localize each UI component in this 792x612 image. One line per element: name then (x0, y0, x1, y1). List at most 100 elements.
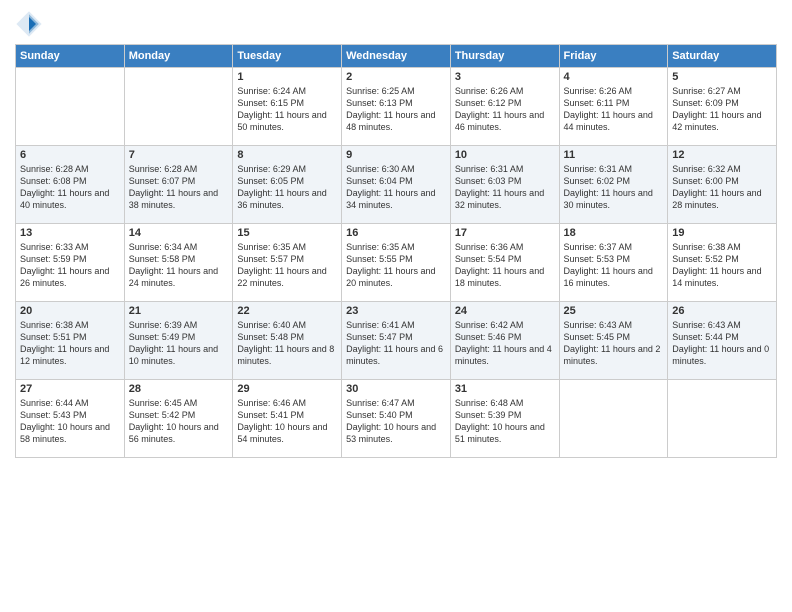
calendar-cell: 8Sunrise: 6:29 AM Sunset: 6:05 PM Daylig… (233, 146, 342, 224)
day-number: 17 (455, 227, 555, 239)
cell-content: Sunrise: 6:46 AM Sunset: 5:41 PM Dayligh… (237, 397, 337, 446)
header (15, 10, 777, 38)
logo-icon (15, 10, 43, 38)
cell-content: Sunrise: 6:48 AM Sunset: 5:39 PM Dayligh… (455, 397, 555, 446)
day-number: 4 (564, 71, 664, 83)
day-header-friday: Friday (559, 45, 668, 68)
cell-content: Sunrise: 6:26 AM Sunset: 6:11 PM Dayligh… (564, 85, 664, 134)
day-number: 31 (455, 383, 555, 395)
calendar-cell: 26Sunrise: 6:43 AM Sunset: 5:44 PM Dayli… (668, 302, 777, 380)
logo (15, 10, 47, 38)
week-row-4: 27 Sunrise: 6:44 AM Sunset: 5:43 PM Dayli… (16, 380, 777, 458)
week-row-0: 1Sunrise: 6:24 AM Sunset: 6:15 PM Daylig… (16, 68, 777, 146)
day-number: 14 (129, 227, 229, 239)
cell-content: Sunrise: 6:38 AM Sunset: 5:52 PM Dayligh… (672, 241, 772, 290)
calendar-cell (16, 68, 125, 146)
calendar-cell: 20 Sunrise: 6:38 AM Sunset: 5:51 PM Dayli… (16, 302, 125, 380)
calendar-cell: 11 Sunrise: 6:31 AM Sunset: 6:02 PM Dayli… (559, 146, 668, 224)
day-number: 19 (672, 227, 772, 239)
calendar-cell: 1Sunrise: 6:24 AM Sunset: 6:15 PM Daylig… (233, 68, 342, 146)
cell-content: Sunrise: 6:30 AM Sunset: 6:04 PM Dayligh… (346, 163, 446, 212)
calendar-cell: 30Sunrise: 6:47 AM Sunset: 5:40 PM Dayli… (342, 380, 451, 458)
calendar-table: SundayMondayTuesdayWednesdayThursdayFrid… (15, 44, 777, 458)
cell-content: Sunrise: 6:42 AM Sunset: 5:46 PM Dayligh… (455, 319, 555, 368)
calendar-cell: 18 Sunrise: 6:37 AM Sunset: 5:53 PM Dayli… (559, 224, 668, 302)
calendar-cell: 2 Sunrise: 6:25 AM Sunset: 6:13 PM Daylig… (342, 68, 451, 146)
cell-content: Sunrise: 6:32 AM Sunset: 6:00 PM Dayligh… (672, 163, 772, 212)
day-number: 6 (20, 149, 120, 161)
calendar-cell: 14 Sunrise: 6:34 AM Sunset: 5:58 PM Dayli… (124, 224, 233, 302)
calendar-cell: 22 Sunrise: 6:40 AM Sunset: 5:48 PM Dayli… (233, 302, 342, 380)
cell-content: Sunrise: 6:34 AM Sunset: 5:58 PM Dayligh… (129, 241, 229, 290)
calendar-cell: 10 Sunrise: 6:31 AM Sunset: 6:03 PM Dayli… (450, 146, 559, 224)
cell-content: Sunrise: 6:40 AM Sunset: 5:48 PM Dayligh… (237, 319, 337, 368)
cell-content: Sunrise: 6:25 AM Sunset: 6:13 PM Dayligh… (346, 85, 446, 134)
calendar-cell (559, 380, 668, 458)
day-number: 3 (455, 71, 555, 83)
day-number: 22 (237, 305, 337, 317)
day-header-saturday: Saturday (668, 45, 777, 68)
day-number: 2 (346, 71, 446, 83)
day-number: 27 (20, 383, 120, 395)
day-number: 30 (346, 383, 446, 395)
calendar-cell (668, 380, 777, 458)
day-number: 9 (346, 149, 446, 161)
cell-content: Sunrise: 6:44 AM Sunset: 5:43 PM Dayligh… (20, 397, 120, 446)
day-number: 12 (672, 149, 772, 161)
cell-content: Sunrise: 6:43 AM Sunset: 5:45 PM Dayligh… (564, 319, 664, 368)
cell-content: Sunrise: 6:31 AM Sunset: 6:02 PM Dayligh… (564, 163, 664, 212)
cell-content: Sunrise: 6:35 AM Sunset: 5:57 PM Dayligh… (237, 241, 337, 290)
day-number: 8 (237, 149, 337, 161)
day-number: 1 (237, 71, 337, 83)
cell-content: Sunrise: 6:31 AM Sunset: 6:03 PM Dayligh… (455, 163, 555, 212)
cell-content: Sunrise: 6:38 AM Sunset: 5:51 PM Dayligh… (20, 319, 120, 368)
calendar-cell: 7Sunrise: 6:28 AM Sunset: 6:07 PM Daylig… (124, 146, 233, 224)
header-row: SundayMondayTuesdayWednesdayThursdayFrid… (16, 45, 777, 68)
calendar-cell: 13Sunrise: 6:33 AM Sunset: 5:59 PM Dayli… (16, 224, 125, 302)
calendar-cell: 25 Sunrise: 6:43 AM Sunset: 5:45 PM Dayli… (559, 302, 668, 380)
calendar-cell: 23 Sunrise: 6:41 AM Sunset: 5:47 PM Dayli… (342, 302, 451, 380)
calendar-cell: 31 Sunrise: 6:48 AM Sunset: 5:39 PM Dayli… (450, 380, 559, 458)
day-number: 25 (564, 305, 664, 317)
cell-content: Sunrise: 6:27 AM Sunset: 6:09 PM Dayligh… (672, 85, 772, 134)
cell-content: Sunrise: 6:41 AM Sunset: 5:47 PM Dayligh… (346, 319, 446, 368)
day-header-thursday: Thursday (450, 45, 559, 68)
day-number: 18 (564, 227, 664, 239)
day-header-sunday: Sunday (16, 45, 125, 68)
calendar-cell: 19 Sunrise: 6:38 AM Sunset: 5:52 PM Dayli… (668, 224, 777, 302)
calendar-cell: 15 Sunrise: 6:35 AM Sunset: 5:57 PM Dayli… (233, 224, 342, 302)
day-number: 24 (455, 305, 555, 317)
cell-content: Sunrise: 6:26 AM Sunset: 6:12 PM Dayligh… (455, 85, 555, 134)
cell-content: Sunrise: 6:35 AM Sunset: 5:55 PM Dayligh… (346, 241, 446, 290)
calendar-cell: 24 Sunrise: 6:42 AM Sunset: 5:46 PM Dayli… (450, 302, 559, 380)
calendar-cell: 3 Sunrise: 6:26 AM Sunset: 6:12 PM Daylig… (450, 68, 559, 146)
day-number: 16 (346, 227, 446, 239)
cell-content: Sunrise: 6:37 AM Sunset: 5:53 PM Dayligh… (564, 241, 664, 290)
week-row-2: 13Sunrise: 6:33 AM Sunset: 5:59 PM Dayli… (16, 224, 777, 302)
day-header-wednesday: Wednesday (342, 45, 451, 68)
day-number: 15 (237, 227, 337, 239)
day-number: 21 (129, 305, 229, 317)
cell-content: Sunrise: 6:28 AM Sunset: 6:08 PM Dayligh… (20, 163, 120, 212)
calendar-cell: 16 Sunrise: 6:35 AM Sunset: 5:55 PM Dayli… (342, 224, 451, 302)
week-row-3: 20 Sunrise: 6:38 AM Sunset: 5:51 PM Dayli… (16, 302, 777, 380)
calendar-cell: 4 Sunrise: 6:26 AM Sunset: 6:11 PM Daylig… (559, 68, 668, 146)
cell-content: Sunrise: 6:45 AM Sunset: 5:42 PM Dayligh… (129, 397, 229, 446)
calendar-cell (124, 68, 233, 146)
day-number: 23 (346, 305, 446, 317)
calendar-cell: 27 Sunrise: 6:44 AM Sunset: 5:43 PM Dayli… (16, 380, 125, 458)
day-number: 13 (20, 227, 120, 239)
week-row-1: 6 Sunrise: 6:28 AM Sunset: 6:08 PM Daylig… (16, 146, 777, 224)
day-header-monday: Monday (124, 45, 233, 68)
day-number: 26 (672, 305, 772, 317)
cell-content: Sunrise: 6:39 AM Sunset: 5:49 PM Dayligh… (129, 319, 229, 368)
day-number: 11 (564, 149, 664, 161)
day-number: 20 (20, 305, 120, 317)
calendar-cell: 9 Sunrise: 6:30 AM Sunset: 6:04 PM Daylig… (342, 146, 451, 224)
calendar-cell: 12 Sunrise: 6:32 AM Sunset: 6:00 PM Dayli… (668, 146, 777, 224)
calendar-cell: 17 Sunrise: 6:36 AM Sunset: 5:54 PM Dayli… (450, 224, 559, 302)
cell-content: Sunrise: 6:36 AM Sunset: 5:54 PM Dayligh… (455, 241, 555, 290)
day-number: 10 (455, 149, 555, 161)
calendar-cell: 5 Sunrise: 6:27 AM Sunset: 6:09 PM Daylig… (668, 68, 777, 146)
day-number: 5 (672, 71, 772, 83)
